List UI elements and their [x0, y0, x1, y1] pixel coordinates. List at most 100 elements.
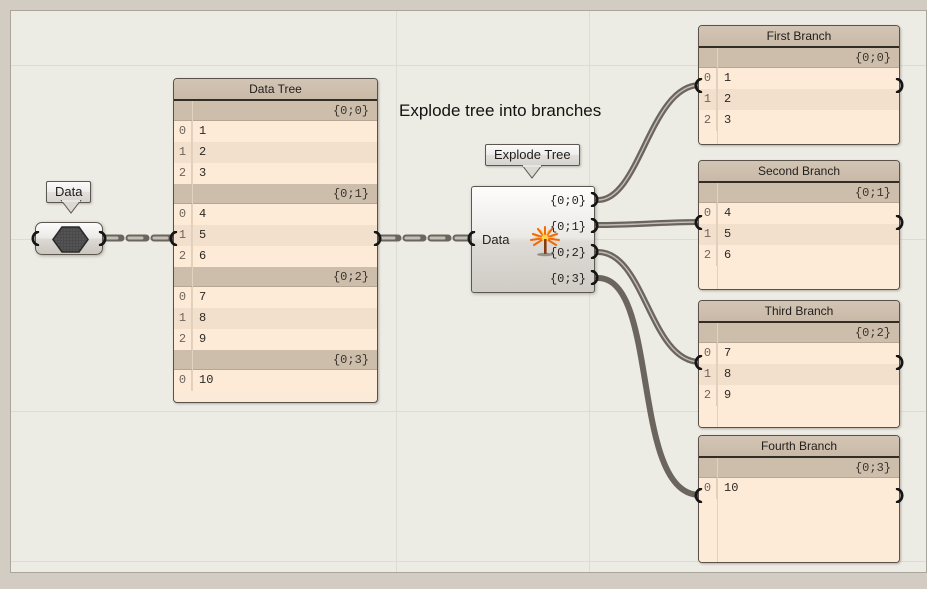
row-value: 6 — [199, 249, 207, 263]
branch-panel-body: {0;3} 0 10 — [699, 458, 899, 562]
explode-tree-output-nub-2[interactable] — [590, 244, 601, 259]
row-index: 2 — [174, 246, 192, 267]
row-value: 1 — [724, 71, 732, 85]
table-row: 23 — [174, 163, 377, 184]
row-value: 3 — [724, 113, 732, 127]
branch-panel-first-input-nub[interactable] — [692, 78, 703, 93]
row-value: 9 — [724, 388, 732, 402]
row-value: 5 — [724, 227, 732, 241]
column-divider — [192, 101, 193, 391]
row-value: 4 — [199, 207, 207, 221]
data-param-node[interactable] — [35, 222, 103, 255]
branch-panel-second-output-nub[interactable] — [895, 215, 906, 230]
row-value: 5 — [199, 228, 207, 242]
branch-panel-body: {0;1} 0 4 1 5 2 6 — [699, 183, 899, 289]
explode-tree-input-label: Data — [482, 232, 510, 247]
table-row: 12 — [174, 142, 377, 163]
branch-panel-third[interactable]: Third Branch {0;2} 0 7 1 8 2 9 — [698, 300, 900, 428]
data-param-name-label: Data — [55, 184, 83, 199]
row-index: 2 — [699, 245, 717, 266]
table-row: 01 — [699, 68, 899, 89]
branch-panel-fourth[interactable]: Fourth Branch {0;3} 0 10 — [698, 435, 900, 563]
row-index: 2 — [699, 385, 717, 406]
explode-tree-output-nub-0[interactable] — [590, 192, 601, 207]
row-index: 0 — [174, 204, 192, 225]
branch-panel-body: {0;0} 0 1 1 2 2 3 — [699, 48, 899, 144]
row-index: 2 — [699, 110, 717, 131]
row-index: 1 — [174, 308, 192, 329]
row-index: 2 — [174, 163, 192, 184]
panel-empty-area — [699, 131, 899, 144]
data-tree-panel-title: Data Tree — [174, 79, 377, 101]
row-value: 8 — [199, 311, 207, 325]
explode-tree-output-nub-1[interactable] — [590, 218, 601, 233]
table-row: 0 10 — [174, 370, 377, 391]
branch-panel-third-input-nub[interactable] — [692, 355, 703, 370]
canvas-annotation-text: Explode tree into branches — [399, 101, 602, 120]
branch-panel-title: Fourth Branch — [699, 436, 899, 458]
branch-panel-second[interactable]: Second Branch {0;1} 0 4 1 5 2 6 — [698, 160, 900, 290]
table-row: 26 — [174, 246, 377, 267]
table-row: 23 — [699, 110, 899, 131]
table-row: 07 — [174, 287, 377, 308]
data-tree-output-nub[interactable] — [373, 231, 384, 246]
column-divider — [717, 183, 718, 289]
panel-empty-area — [699, 499, 899, 562]
row-value: 7 — [199, 290, 207, 304]
explode-tree-component[interactable]: Data {0;0} {0;1} {0;2} {0;3} — [471, 186, 595, 293]
table-row: 12 — [699, 89, 899, 110]
data-tree-input-nub[interactable] — [167, 231, 178, 246]
table-row: 26 — [699, 245, 899, 266]
data-tree-panel[interactable]: Data Tree {0;0} 0 1 1 2 2 3 {0;1} 0 4 1 5 2 6 {0;2} 0 7 1… — [173, 78, 378, 403]
branch-panel-title: Second Branch — [699, 161, 899, 183]
branch-panel-body: {0;2} 0 7 1 8 2 9 — [699, 323, 899, 427]
explode-tree-input-nub[interactable] — [465, 231, 476, 246]
column-divider — [717, 458, 718, 562]
table-row: 0 10 — [699, 478, 899, 499]
row-value: 8 — [724, 367, 732, 381]
row-index: 0 — [174, 287, 192, 308]
table-row: 18 — [699, 364, 899, 385]
explode-tree-output-label-2: {0;2} — [549, 246, 586, 260]
explode-tree-bubble-tail — [521, 165, 543, 179]
branch-panel-second-input-nub[interactable] — [692, 215, 703, 230]
grasshopper-canvas-screenshot: .w-outer { fill:none; stroke:#6b655d; st… — [0, 0, 927, 589]
panel-empty-area — [699, 406, 899, 427]
data-param-output-nub[interactable] — [98, 231, 109, 246]
explode-tree-name-label: Explode Tree — [494, 147, 571, 162]
branch-panel-fourth-output-nub[interactable] — [895, 488, 906, 503]
branch-path-header: {0;1} — [699, 183, 899, 203]
table-row: 29 — [174, 329, 377, 350]
branch-path-header: {0;0} — [699, 48, 899, 68]
data-param-bubble-tail — [60, 200, 82, 214]
column-divider — [717, 48, 718, 144]
row-index: 1 — [174, 142, 192, 163]
row-value: 2 — [199, 145, 207, 159]
row-value: 6 — [724, 248, 732, 262]
data-tree-panel-body: {0;0} 0 1 1 2 2 3 {0;1} 0 4 1 5 2 6 {0;2} 0 7 1 8 2 9 {0;3} 0 1… — [174, 101, 377, 391]
gridline-vertical — [396, 11, 397, 572]
row-value: 1 — [199, 124, 207, 138]
table-row: 15 — [699, 224, 899, 245]
branch-path-header: {0;3} — [174, 350, 377, 370]
row-index: 0 — [174, 370, 192, 391]
branch-panel-third-output-nub[interactable] — [895, 355, 906, 370]
row-index: 0 — [174, 121, 192, 142]
table-row: 04 — [174, 204, 377, 225]
hexagon-icon — [52, 226, 89, 253]
branch-panel-fourth-input-nub[interactable] — [692, 488, 703, 503]
explode-tree-output-label-3: {0;3} — [549, 272, 586, 286]
branch-path-header: {0;1} — [174, 184, 377, 204]
branch-panel-first-output-nub[interactable] — [895, 78, 906, 93]
row-value: 10 — [199, 373, 214, 387]
explode-tree-output-nub-3[interactable] — [590, 270, 601, 285]
branch-panel-first[interactable]: First Branch {0;0} 0 1 1 2 2 3 — [698, 25, 900, 145]
column-divider — [717, 323, 718, 427]
branch-path-header: {0;2} — [699, 323, 899, 343]
row-value: 10 — [724, 481, 739, 495]
branch-path-header: {0;0} — [174, 101, 377, 121]
explode-tree-output-label-1: {0;1} — [549, 220, 586, 234]
explode-tree-name-bubble[interactable]: Explode Tree — [485, 144, 580, 166]
data-param-input-nub[interactable] — [29, 231, 40, 246]
row-value: 7 — [724, 346, 732, 360]
